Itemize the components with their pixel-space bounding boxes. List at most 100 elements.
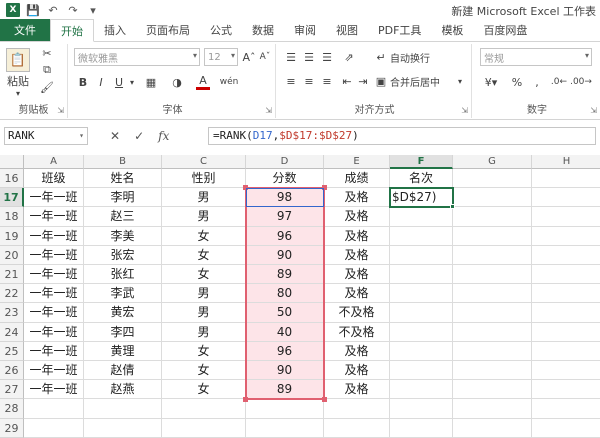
tab-insert[interactable]: 插入	[94, 19, 136, 41]
table-cell-c29[interactable]	[162, 418, 246, 438]
table-cell-f19[interactable]	[390, 226, 453, 246]
table-cell-e24[interactable]: 不及格	[324, 322, 390, 342]
table-cell-f18[interactable]	[390, 207, 453, 227]
table-cell-f20[interactable]	[390, 245, 453, 265]
row-header-29[interactable]: 29	[0, 418, 24, 438]
table-cell-b22[interactable]: 李武	[84, 284, 162, 304]
table-cell-f27[interactable]	[390, 380, 453, 400]
table-cell-h17[interactable]	[532, 188, 600, 208]
currency-icon[interactable]: ¥▾	[480, 74, 502, 90]
table-cell-g20[interactable]	[453, 245, 532, 265]
phonetic-icon[interactable]: wén	[220, 74, 239, 90]
table-cell-d28[interactable]	[246, 399, 324, 419]
table-cell-a19[interactable]: 一年一班	[24, 226, 84, 246]
table-cell-f22[interactable]	[390, 284, 453, 304]
table-cell-g17[interactable]	[453, 188, 532, 208]
table-cell-c25[interactable]: 女	[162, 341, 246, 361]
table-cell-f29[interactable]	[390, 418, 453, 438]
row-header-16[interactable]: 16	[0, 169, 24, 189]
header-cell-b16[interactable]: 姓名	[84, 169, 162, 189]
table-cell-c27[interactable]: 女	[162, 380, 246, 400]
number-format-combo[interactable]: 常规 ▾	[480, 48, 592, 66]
table-cell-e26[interactable]: 及格	[324, 361, 390, 381]
table-cell-h20[interactable]	[532, 246, 600, 265]
align-top-icon[interactable]: ☰	[284, 50, 298, 64]
wrap-text-icon[interactable]: ↵	[374, 50, 388, 64]
alignment-launcher-icon[interactable]: ⇲	[461, 106, 468, 115]
column-header-d[interactable]: D	[246, 155, 324, 169]
header-cell-a16[interactable]: 班级	[24, 169, 84, 189]
increase-decimal-icon[interactable]: .0←	[550, 74, 568, 90]
table-cell-d29[interactable]	[246, 418, 324, 438]
tab-review[interactable]: 审阅	[284, 19, 326, 41]
italic-icon[interactable]: I	[94, 74, 108, 90]
table-cell-b20[interactable]: 张宏	[84, 245, 162, 265]
header-cell-e16[interactable]: 成绩	[324, 169, 390, 189]
table-cell-g28[interactable]	[453, 399, 532, 419]
column-header-e[interactable]: E	[324, 155, 390, 169]
table-cell-g27[interactable]	[453, 380, 532, 400]
table-cell-a28[interactable]	[24, 399, 84, 419]
table-cell-b27[interactable]: 赵燕	[84, 380, 162, 400]
table-cell-d25[interactable]: 96	[246, 341, 324, 361]
table-cell-c21[interactable]: 女	[162, 265, 246, 285]
table-cell-b23[interactable]: 黄宏	[84, 303, 162, 323]
table-cell-d27[interactable]: 89	[246, 380, 324, 400]
table-cell-d23[interactable]: 50	[246, 303, 324, 323]
table-cell-a23[interactable]: 一年一班	[24, 303, 84, 323]
formula-input[interactable]: =RANK(D17,$D$17:$D$27)	[208, 127, 596, 145]
name-box[interactable]: RANK ▾	[4, 127, 88, 145]
table-cell-b28[interactable]	[84, 399, 162, 419]
header-cell-d16[interactable]: 分数	[246, 169, 324, 189]
table-cell-a24[interactable]: 一年一班	[24, 322, 84, 342]
table-cell-e23[interactable]: 不及格	[324, 303, 390, 323]
align-bottom-icon[interactable]: ☰	[320, 50, 334, 64]
range-resize-handle[interactable]	[243, 397, 248, 403]
table-cell-b26[interactable]: 赵倩	[84, 361, 162, 381]
tab-baidu-netdisk[interactable]: 百度网盘	[473, 19, 537, 41]
fill-color-icon[interactable]: ◑	[170, 74, 184, 90]
table-cell-c18[interactable]: 男	[162, 207, 246, 227]
header-cell-g16[interactable]	[453, 169, 532, 189]
table-cell-g26[interactable]	[453, 361, 532, 381]
table-cell-g21[interactable]	[453, 265, 532, 285]
table-cell-f25[interactable]	[390, 341, 453, 361]
paste-dropdown-icon[interactable]: ▾	[12, 88, 24, 98]
table-cell-a18[interactable]: 一年一班	[24, 207, 84, 227]
align-right-icon[interactable]: ≡	[320, 74, 334, 88]
wrap-text-button[interactable]: 自动换行	[390, 50, 450, 65]
row-header-22[interactable]: 22	[0, 284, 24, 304]
decrease-indent-icon[interactable]: ⇤	[340, 74, 354, 88]
row-header-20[interactable]: 20	[0, 245, 24, 265]
tab-formulas[interactable]: 公式	[200, 19, 242, 41]
table-cell-h27[interactable]	[532, 380, 600, 400]
column-header-b[interactable]: B	[84, 155, 162, 169]
table-cell-a29[interactable]	[24, 418, 84, 438]
save-icon[interactable]: 💾	[26, 3, 40, 17]
row-header-24[interactable]: 24	[0, 322, 24, 342]
increase-font-icon[interactable]: Aˆ	[242, 48, 256, 66]
row-header-23[interactable]: 23	[0, 303, 24, 323]
row-header-19[interactable]: 19	[0, 226, 24, 246]
column-header-c[interactable]: C	[162, 155, 246, 169]
column-header-f[interactable]: F	[390, 155, 453, 169]
align-middle-icon[interactable]: ☰	[302, 50, 316, 64]
column-header-h[interactable]: H	[532, 155, 600, 169]
chevron-down-icon[interactable]: ▾	[456, 74, 464, 88]
table-cell-c19[interactable]: 女	[162, 226, 246, 246]
paste-button[interactable]: 粘贴	[4, 74, 32, 88]
tab-templates[interactable]: 模板	[431, 19, 473, 41]
table-cell-e19[interactable]: 及格	[324, 226, 390, 246]
row-header-21[interactable]: 21	[0, 265, 24, 285]
range-resize-handle[interactable]	[322, 397, 327, 403]
font-name-combo[interactable]: 微软雅黑 ▾	[74, 48, 200, 66]
table-cell-g25[interactable]	[453, 341, 532, 361]
tab-file[interactable]: 文件	[0, 19, 50, 41]
merge-center-icon[interactable]: ▣	[374, 74, 388, 88]
range-resize-handle[interactable]	[322, 185, 327, 191]
comma-icon[interactable]: ,	[530, 74, 544, 90]
table-cell-b17[interactable]: 李明	[84, 188, 162, 208]
table-cell-h26[interactable]	[532, 361, 600, 381]
undo-icon[interactable]: ↶	[46, 3, 60, 17]
table-cell-c20[interactable]: 女	[162, 245, 246, 265]
